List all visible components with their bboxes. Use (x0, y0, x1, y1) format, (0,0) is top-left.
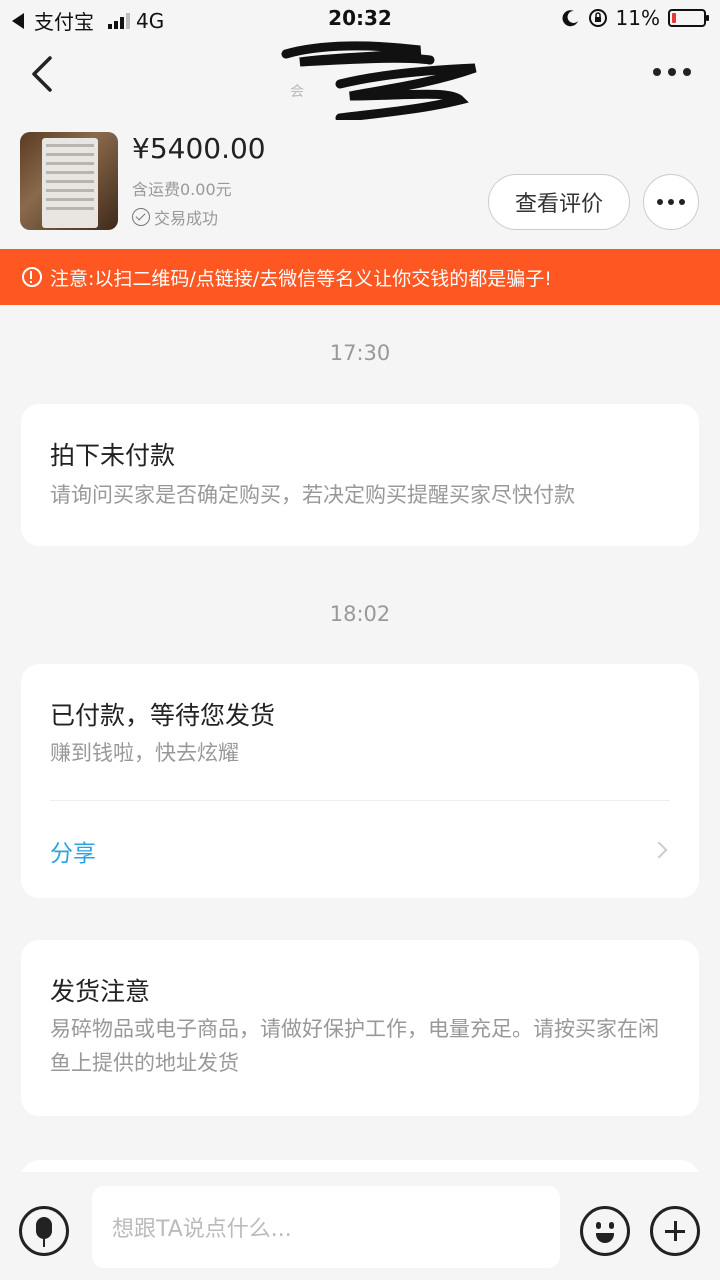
message-card: 拍下未付款 请询问买家是否确定购买，若决定购买提醒买家尽快付款 (21, 404, 699, 546)
chevron-right-icon[interactable] (650, 841, 668, 859)
message-card: 已付款，等待您发货 赚到钱啦，快去炫耀 分享 (21, 664, 699, 898)
product-thumbnail[interactable] (20, 132, 118, 230)
message-input[interactable]: 想跟TA说点什么... (92, 1186, 560, 1268)
svg-text:会: 会 (290, 84, 304, 100)
chat-input-bar: 想跟TA说点什么... (0, 1172, 720, 1280)
warning-icon (22, 267, 42, 287)
battery-icon (668, 9, 709, 27)
rotation-lock-icon (588, 9, 607, 27)
card-title: 发货注意 (50, 977, 151, 1006)
message-card: 发货注意 易碎物品或电子商品，请做好保护工作，电量充足。请按买家在闲鱼上提供的地… (21, 940, 699, 1116)
card-description: 赚到钱啦，快去炫耀 (50, 741, 239, 765)
card-divider (50, 800, 670, 801)
microphone-icon (36, 1217, 52, 1239)
trade-status-label: 交易成功 (154, 209, 219, 228)
product-price: ¥5400.00 (132, 132, 266, 165)
battery-percent: 11% (615, 6, 660, 30)
card-description: 请询问买家是否确定购买，若决定购买提醒买家尽快付款 (50, 483, 575, 507)
back-arrow-icon[interactable] (24, 54, 64, 94)
share-link[interactable]: 分享 (50, 834, 96, 868)
add-attachment-button[interactable] (650, 1206, 700, 1256)
warning-text: 注意:以扫二维码/点链接/去微信等名义让你交钱的都是骗子! (50, 267, 552, 290)
emoji-icon (596, 1222, 601, 1229)
redacted-title: 会 (281, 41, 477, 120)
more-options-button[interactable] (648, 60, 696, 84)
message-timestamp: 18:02 (329, 602, 391, 626)
card-description: 易碎物品或电子商品，请做好保护工作，电量充足。请按买家在闲鱼上提供的地址发货 (50, 1017, 659, 1075)
voice-input-button[interactable] (19, 1206, 69, 1256)
nav-bar: 会 (0, 36, 720, 120)
trade-status: 交易成功 (132, 205, 218, 229)
emoji-button[interactable] (580, 1206, 630, 1256)
card-title: 拍下未付款 (50, 441, 176, 470)
product-more-button[interactable] (643, 174, 699, 230)
card-title: 已付款，等待您发货 (50, 701, 276, 730)
message-timestamp: 17:30 (329, 341, 391, 365)
check-circle-icon (132, 208, 150, 226)
product-header: ¥5400.00 含运费0.00元 交易成功 查看评价 (0, 128, 720, 248)
status-bar-right: 11% (562, 6, 709, 30)
more-dots-icon (657, 199, 685, 205)
status-bar: 支付宝 4G 20:32 11% (0, 0, 720, 36)
view-review-button[interactable]: 查看评价 (488, 174, 630, 230)
fraud-warning-banner: 注意:以扫二维码/点链接/去微信等名义让你交钱的都是骗子! (0, 249, 720, 305)
moon-icon (562, 10, 578, 27)
shipping-fee: 含运费0.00元 (132, 180, 232, 199)
